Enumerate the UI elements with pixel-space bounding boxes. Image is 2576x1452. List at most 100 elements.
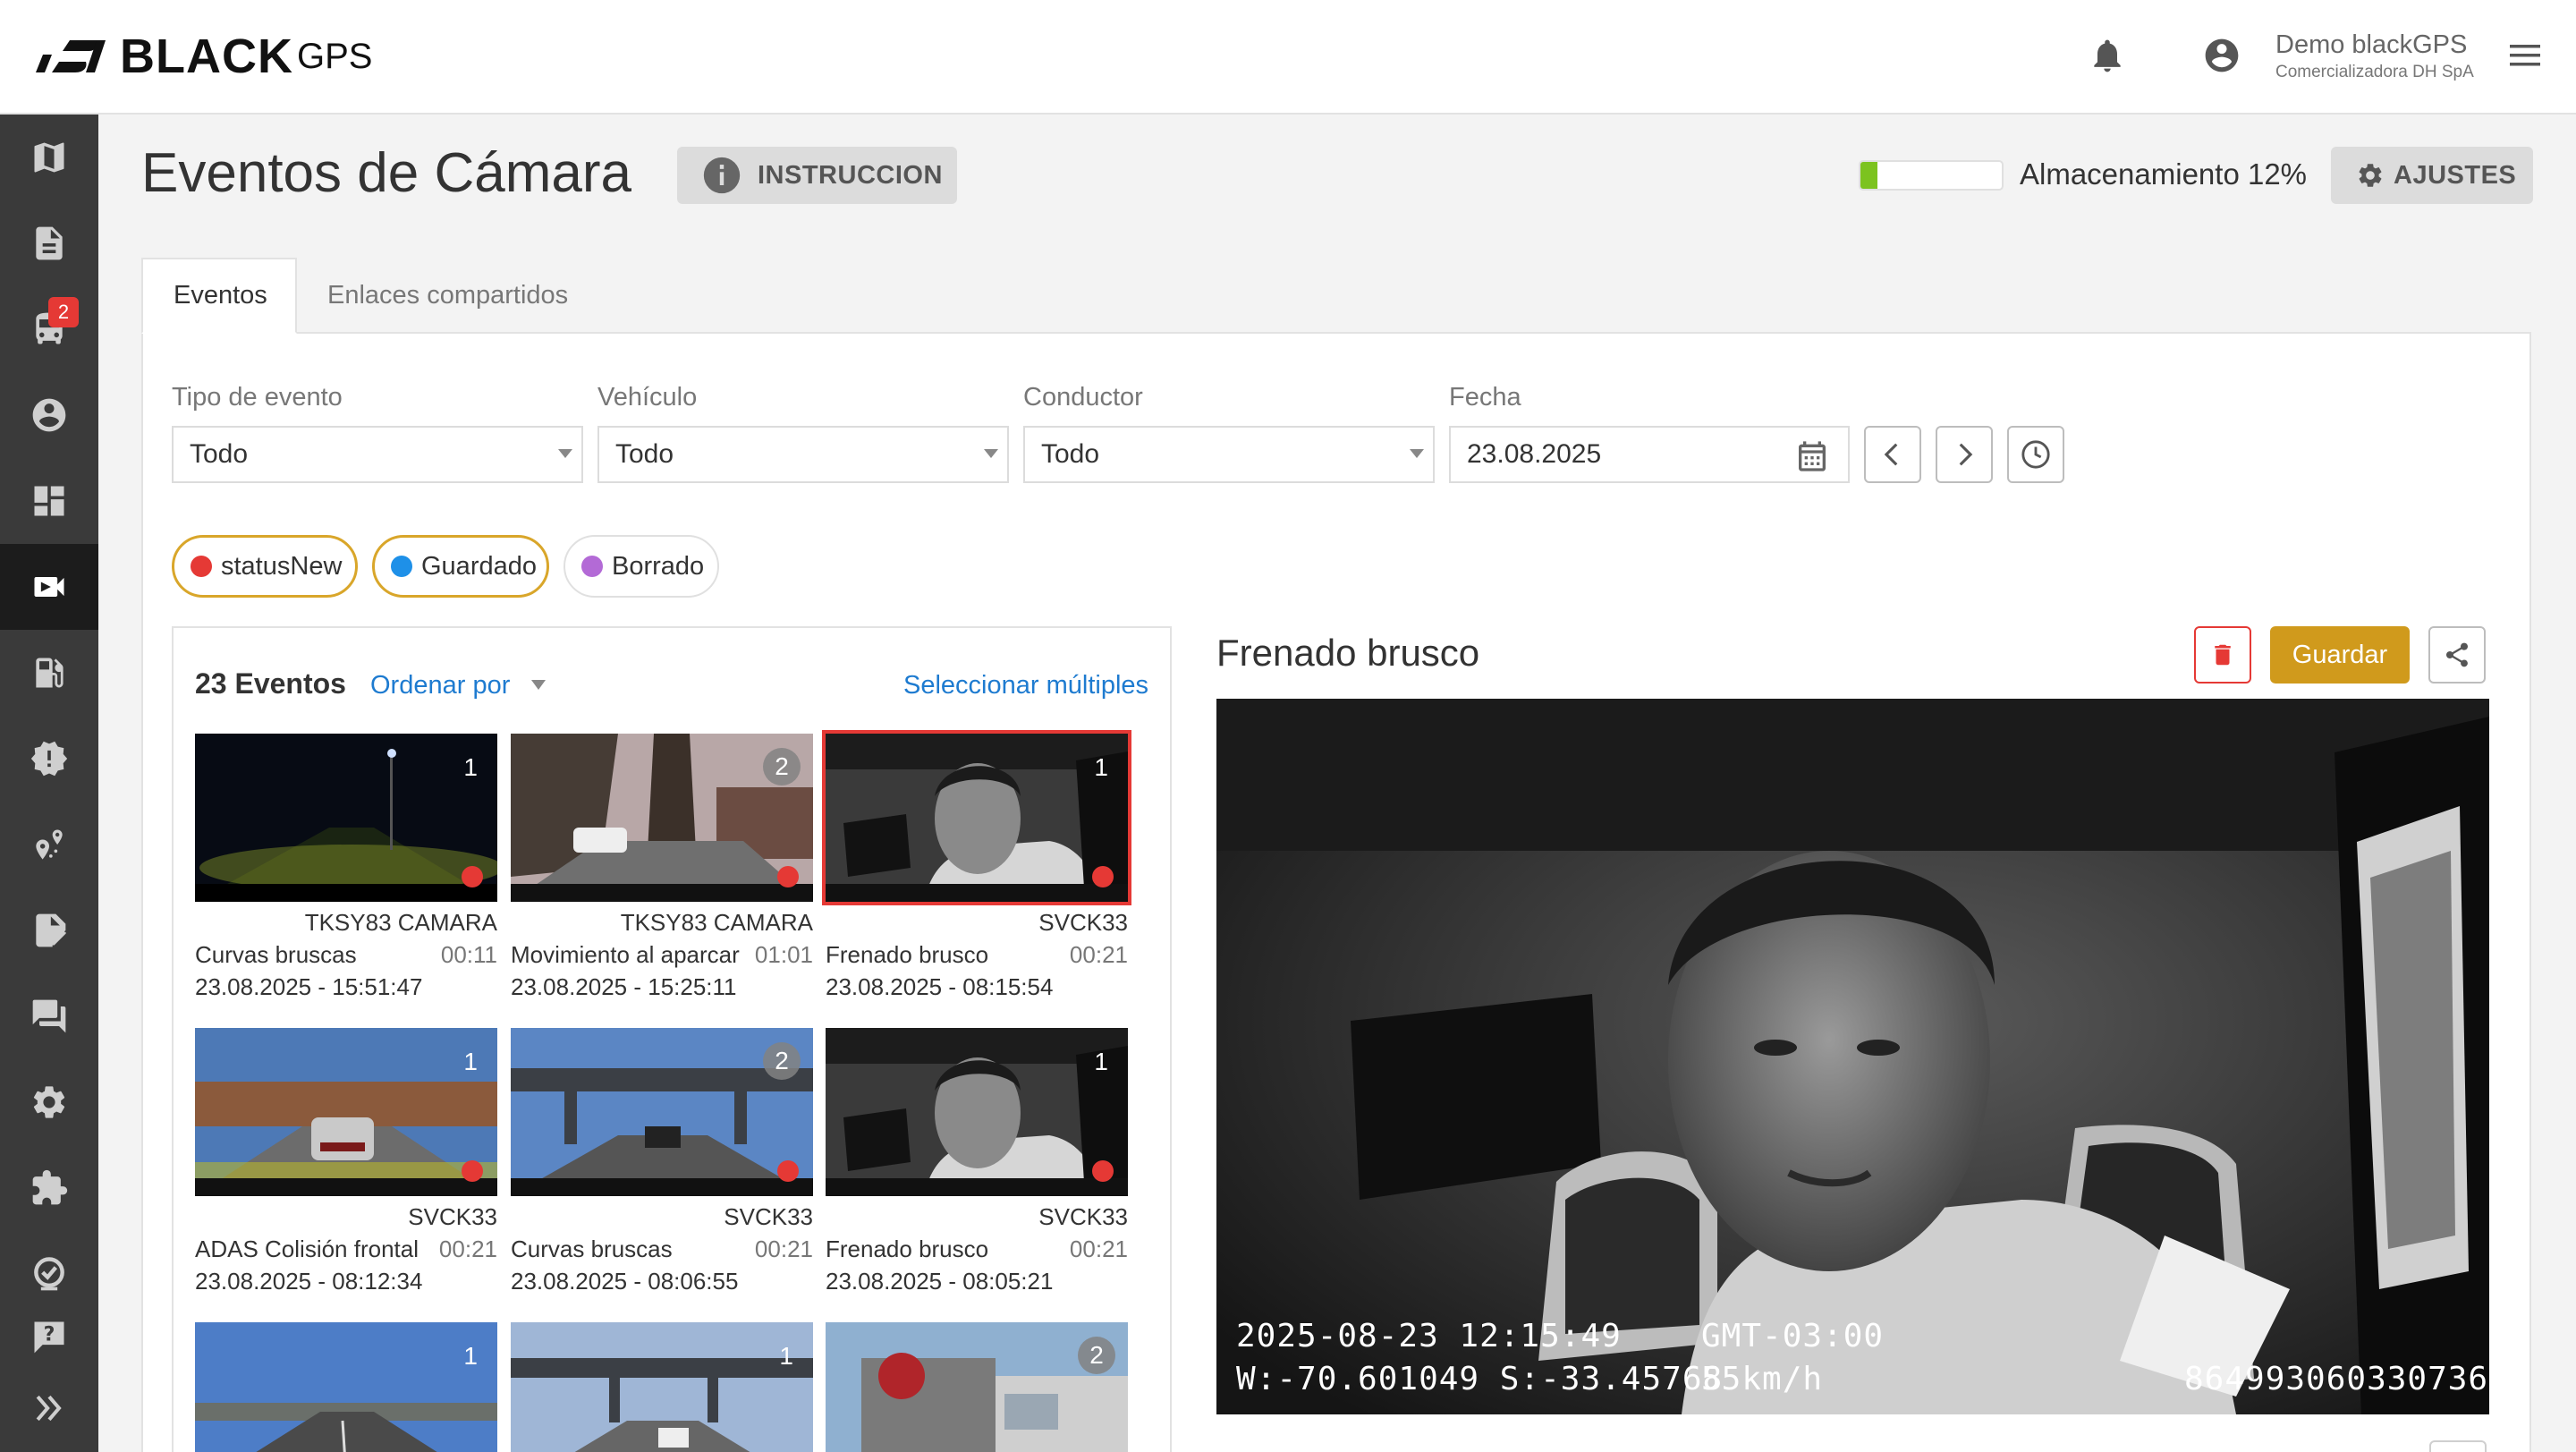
user-account-icon[interactable] (2202, 36, 2241, 75)
clip-count-badge: 1 (463, 1342, 478, 1370)
trash-icon (2215, 644, 2231, 666)
status-new-dot (1092, 1160, 1114, 1182)
event-card[interactable]: 2 (826, 1322, 1128, 1452)
event-datetime: 23.08.2025 - 08:06:55 (511, 1268, 739, 1295)
vehicles-badge: 2 (48, 297, 79, 327)
delete-button[interactable] (2194, 626, 2251, 684)
blackgps-logo[interactable]: BLACK GPS (32, 32, 372, 81)
sidebar-item-extensions[interactable] (0, 1145, 98, 1231)
chevron-down-icon (558, 449, 572, 458)
order-caret-icon (531, 680, 546, 690)
sidebar-item-camera[interactable] (0, 544, 98, 630)
event-thumbnail[interactable]: 1 (511, 1322, 813, 1452)
status-new-dot (462, 1160, 483, 1182)
driver-label: Conductor (1023, 383, 1143, 412)
event-thumbnail[interactable]: 1 (195, 1028, 497, 1196)
settings-button[interactable]: AJUSTES (2331, 147, 2533, 204)
svg-text:?: ? (44, 1324, 55, 1346)
event-card[interactable]: 1 SVCK33 Frenado brusco 00:21 23.08.2025 - 0… (826, 1028, 1128, 1296)
vehicle-select[interactable]: Todo (597, 426, 1009, 483)
sidebar-item-drivers[interactable] (0, 372, 98, 458)
event-card[interactable]: 2 TKSY83 CAMARA Movimiento al aparcar 01:01… (511, 734, 813, 1002)
event-video-player[interactable]: 2025-08-23 12:15:49 W:-70.601049 S:-33.4… (1216, 699, 2489, 1414)
event-vehicle: TKSY83 CAMARA (304, 909, 497, 936)
sidebar-item-alerts[interactable] (0, 716, 98, 802)
sidebar-item-fuel[interactable] (0, 630, 98, 716)
user-company: Comercializadora DH SpA (2275, 63, 2474, 81)
date-field[interactable]: 23.08.2025 (1449, 426, 1850, 483)
notifications-bell-icon[interactable] (2088, 36, 2127, 75)
checklist-icon (34, 1257, 64, 1291)
event-card[interactable]: 2 SVCK33 Curvas bruscas 00:21 23.08.2025 - 0… (511, 1028, 813, 1296)
messages-icon (32, 999, 66, 1033)
event-card[interactable]: 1 TKSY83 CAMARA Curvas bruscas 00:11 23.08.2… (195, 734, 497, 1002)
dashboard-icon (34, 486, 64, 516)
instruction-button[interactable]: INSTRUCCION (677, 147, 957, 204)
chevron-left-icon (1884, 443, 1898, 466)
chip-guardado[interactable]: Guardado (372, 535, 549, 598)
event-type: Frenado brusco (826, 941, 989, 968)
event-thumbnail[interactable]: 2 (826, 1322, 1128, 1452)
next-day-button[interactable] (1936, 426, 1993, 483)
events-count: 23 Eventos (195, 667, 346, 700)
sidebar-expand[interactable] (0, 1365, 98, 1451)
clip-count-badge: 1 (463, 1048, 478, 1075)
sidebar-item-settings[interactable] (0, 1059, 98, 1145)
event-thumbnail[interactable]: 1 (822, 730, 1131, 905)
event-card[interactable]: 1 (511, 1322, 813, 1452)
calendar-icon[interactable] (1794, 438, 1830, 474)
logo-text: BLACK (120, 30, 293, 83)
video-osd-device-id: 864993060330736 (2184, 1361, 2489, 1397)
event-type-select[interactable]: Todo (172, 426, 583, 483)
sidebar-item-dashboard[interactable] (0, 458, 98, 544)
borrado-dot (581, 556, 603, 577)
document-icon (36, 226, 63, 260)
event-duration: 00:11 (440, 941, 497, 968)
storage-progress-fill (1860, 162, 1877, 189)
user-name[interactable]: Demo blackGPS (2275, 30, 2467, 60)
event-duration: 00:21 (1069, 1235, 1128, 1262)
event-card[interactable]: 1 (195, 1322, 497, 1452)
chip-borrado-label: Borrado (612, 551, 705, 581)
chip-borrado[interactable]: Borrado (564, 535, 719, 598)
event-card[interactable]: 1 SVCK33 Frenado brusco 00:21 23.08.2025 - 0… (822, 730, 1131, 1002)
event-thumbnail[interactable]: 2 (511, 1028, 813, 1196)
sidebar-item-map[interactable] (0, 115, 98, 200)
vehicle-value: Todo (615, 439, 674, 469)
secondary-action-button[interactable] (2429, 1440, 2487, 1452)
event-thumbnail[interactable]: 2 (511, 734, 813, 902)
event-duration: 01:01 (754, 941, 813, 968)
tab-eventos[interactable]: Eventos (141, 258, 297, 334)
time-range-button[interactable] (2007, 426, 2064, 483)
status-new-dot (777, 1160, 799, 1182)
expand-icon (36, 1395, 62, 1422)
extensions-icon (32, 1169, 68, 1205)
save-button[interactable]: Guardar (2270, 626, 2410, 684)
event-thumbnail[interactable]: 1 (195, 1322, 497, 1452)
driver-select[interactable]: Todo (1023, 426, 1435, 483)
event-card[interactable]: 1 SVCK33 ADAS Colisión frontal 00:21 23.08.2… (195, 1028, 497, 1296)
select-multiple-link[interactable]: Seleccionar múltiples (903, 671, 1148, 701)
chevron-down-icon (984, 449, 998, 458)
event-thumbnail[interactable]: 1 (195, 734, 497, 902)
hamburger-menu-icon[interactable] (2508, 41, 2542, 70)
tab-enlaces-compartidos[interactable]: Enlaces compartidos (297, 258, 598, 334)
clip-count-badge: 1 (463, 753, 478, 781)
order-by-dropdown[interactable]: Ordenar por (370, 671, 510, 701)
event-thumbnail[interactable]: 1 (826, 1028, 1128, 1196)
chip-status-new[interactable]: statusNew (172, 535, 358, 598)
video-osd-timezone: GMT-03:00 (1701, 1318, 1885, 1354)
sidebar-item-messages[interactable] (0, 973, 98, 1059)
status-new-dot (777, 866, 799, 887)
share-button[interactable] (2428, 626, 2486, 684)
sidebar-item-forms[interactable] (0, 887, 98, 973)
sidebar-item-geofences[interactable] (0, 802, 98, 887)
previous-day-button[interactable] (1864, 426, 1921, 483)
sidebar-item-reports[interactable] (0, 200, 98, 286)
sidebar-item-vehicles[interactable]: 2 (0, 286, 98, 372)
instruction-button-label: INSTRUCCION (758, 160, 943, 190)
event-duration: 00:21 (1069, 941, 1128, 968)
logo-subtext: GPS (296, 37, 373, 76)
chevron-down-icon (1410, 449, 1424, 458)
event-vehicle: SVCK33 (1038, 1203, 1128, 1230)
